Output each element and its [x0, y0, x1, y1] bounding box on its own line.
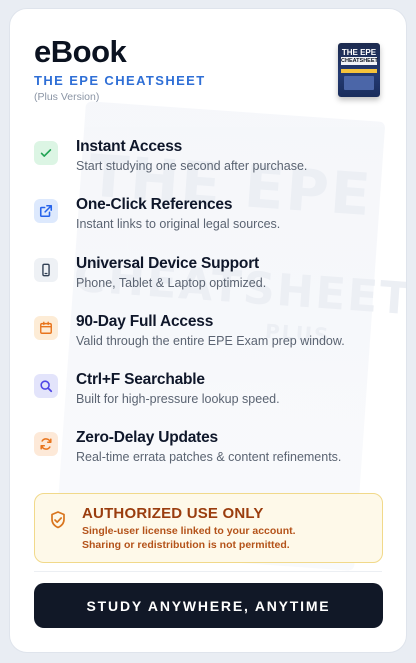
divider — [34, 571, 382, 572]
calendar-icon — [34, 315, 58, 340]
feature-description: Phone, Tablet & Laptop optimized. — [76, 275, 267, 290]
search-icon — [34, 374, 58, 399]
feature-item: Zero-Delay Updates Real-time errata patc… — [34, 428, 382, 486]
cover-subtitle: CHEATSHEET — [341, 57, 378, 65]
feature-title: Zero-Delay Updates — [76, 429, 218, 447]
feature-title: Ctrl+F Searchable — [76, 371, 205, 389]
book-cover-thumbnail: THE EPE CHEATSHEET — [338, 43, 380, 97]
feature-title: Instant Access — [76, 138, 183, 155]
check-icon — [34, 141, 58, 165]
feature-item: 90-Day Full Access Valid through the ent… — [34, 312, 382, 370]
shield-check-icon — [48, 510, 68, 530]
feature-title: 90-Day Full Access — [76, 312, 214, 330]
feature-list: Instant Access Start studying one second… — [34, 137, 382, 487]
feature-description: Built for high-pressure lookup speed. — [76, 392, 280, 407]
product-title: eBook — [34, 34, 127, 69]
feature-item: Ctrl+F Searchable Built for high-pressur… — [34, 370, 382, 428]
study-anywhere-button[interactable]: STUDY ANYWHERE, ANYTIME — [34, 583, 383, 628]
feature-item: Instant Access Start studying one second… — [34, 137, 382, 195]
feature-item: Universal Device Support Phone, Tablet &… — [34, 254, 382, 312]
feature-description: Instant links to original legal sources. — [76, 217, 281, 232]
product-version: (Plus Version) — [34, 91, 100, 103]
feature-title: One-Click References — [76, 196, 233, 214]
cover-title: THE EPE — [341, 48, 377, 57]
notice-text: Single-user license linked to your accou… — [82, 525, 296, 537]
feature-description: Start studying one second after purchase… — [76, 159, 308, 173]
refresh-icon — [34, 432, 58, 457]
product-header: eBook THE EPE CHEATSHEET (Plus Version) … — [34, 35, 382, 115]
feature-item: One-Click References Instant links to or… — [34, 195, 382, 253]
feature-description: Real-time errata patches & content refin… — [76, 450, 342, 465]
phone-icon — [34, 257, 58, 282]
license-notice: AUTHORIZED USE ONLY Single-user license … — [34, 493, 383, 563]
notice-title: AUTHORIZED USE ONLY — [82, 505, 264, 522]
feature-title: Universal Device Support — [76, 254, 259, 272]
feature-description: Valid through the entire EPE Exam prep w… — [76, 333, 345, 348]
product-subtitle: THE EPE CHEATSHEET — [34, 73, 206, 88]
notice-text: Sharing or redistribution is not permitt… — [82, 539, 290, 551]
ebook-card: THE EPE CHEATSHEET PLUS eBook THE EPE CH… — [9, 8, 407, 653]
external-link-icon — [34, 199, 58, 224]
